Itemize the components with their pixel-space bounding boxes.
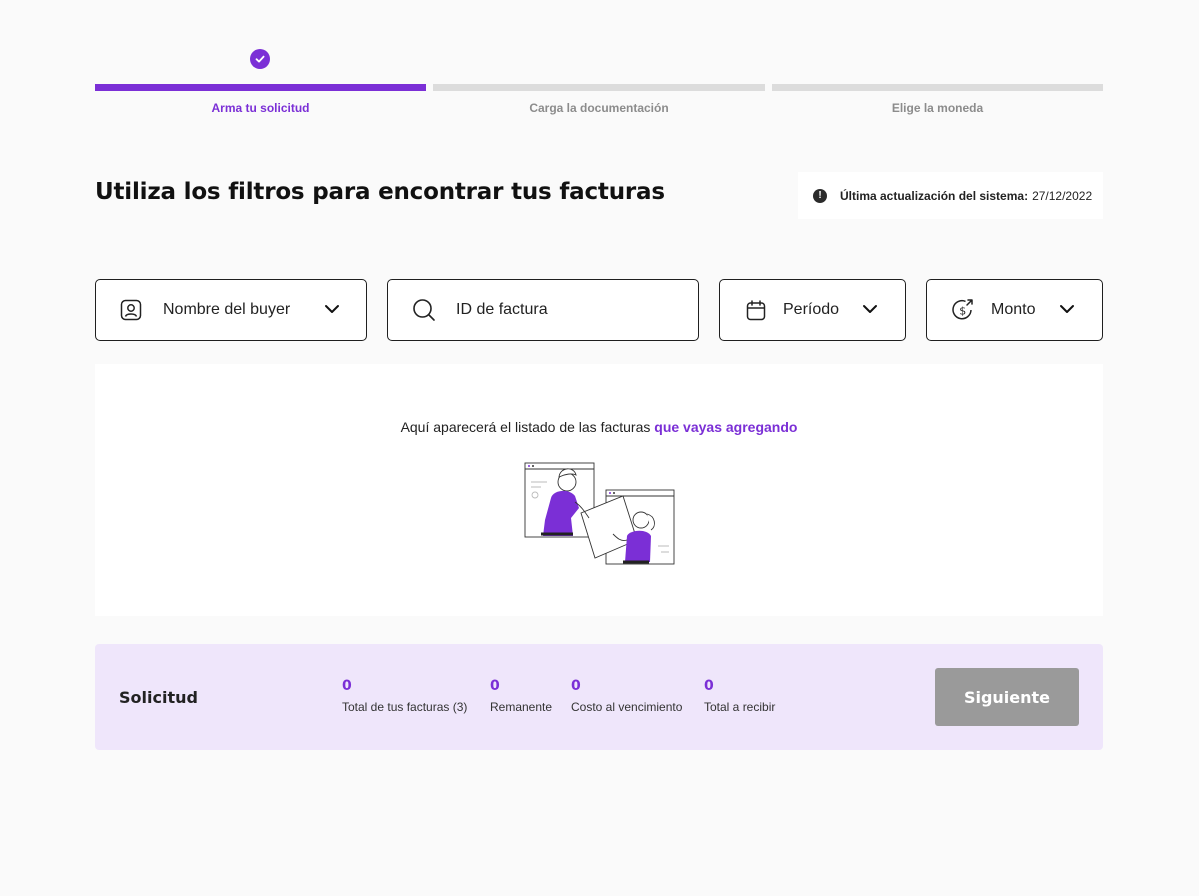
step-label: Arma tu solicitud (211, 101, 310, 115)
step-progress-bar (433, 84, 765, 91)
summary-title: Solicitud (119, 688, 198, 707)
metric-costo-vencimiento: 0 Costo al vencimiento (571, 678, 682, 714)
step-label: Carga la documentación (529, 101, 669, 115)
metric-value: 0 (342, 678, 352, 694)
metric-value: 0 (490, 678, 500, 694)
chevron-down-icon (1059, 301, 1075, 319)
page-title: Utiliza los filtros para encontrar tus f… (95, 179, 665, 205)
empty-state-message: Aquí aparecerá el listado de las factura… (95, 419, 1103, 435)
info-icon: ! (813, 188, 827, 203)
update-date: 27/12/2022 (1032, 188, 1093, 203)
collaboration-illustration (524, 462, 675, 565)
metric-label: Total de tus facturas (3) (342, 700, 468, 714)
svg-text:$: $ (959, 305, 966, 318)
next-button[interactable]: Siguiente (935, 668, 1079, 726)
progress-stepper: Arma tu solicitud Carga la documentación… (95, 48, 1103, 118)
step-progress-bar (95, 84, 426, 91)
metric-remanente: 0 Remanente (490, 678, 552, 714)
user-badge-icon (120, 299, 142, 321)
system-update-notice: ! Última actualización del sistema: 27/1… (798, 172, 1103, 219)
metric-label: Total a recibir (704, 700, 776, 714)
chevron-down-icon (862, 301, 878, 319)
metric-label: Costo al vencimiento (571, 700, 683, 714)
metric-total-facturas: 0 Total de tus facturas (3) (342, 678, 467, 714)
metric-value: 0 (704, 678, 714, 694)
period-dropdown-label: Período (783, 301, 840, 318)
buyer-dropdown[interactable]: Nombre del buyer (95, 279, 367, 341)
invoice-id-search[interactable]: ID de factura (387, 279, 699, 341)
step-carga-documentacion: Carga la documentación (433, 48, 765, 118)
request-summary-bar: Solicitud 0 Total de tus facturas (3) 0 … (95, 644, 1103, 750)
step-label: Elige la moneda (891, 101, 984, 115)
metric-label: Remanente (490, 700, 553, 714)
dollar-exchange-icon: $ (951, 298, 975, 322)
step-arma-solicitud: Arma tu solicitud (95, 48, 426, 118)
step-elige-moneda: Elige la moneda (772, 48, 1103, 118)
invoice-list-panel: Aquí aparecerá el listado de las factura… (95, 364, 1103, 616)
amount-dropdown[interactable]: $ Monto (926, 279, 1103, 341)
period-dropdown[interactable]: Período (719, 279, 906, 341)
metric-value: 0 (571, 678, 581, 694)
step-progress-bar (772, 84, 1103, 91)
empty-state-highlight: que vayas agregando (654, 419, 798, 435)
update-label: Última actualización del sistema: (840, 188, 1029, 203)
empty-state-text: Aquí aparecerá el listado de las factura… (400, 419, 651, 435)
check-circle-icon (250, 49, 270, 69)
metric-total-recibir: 0 Total a recibir (704, 678, 775, 714)
search-icon (412, 298, 436, 322)
calendar-icon (746, 299, 766, 321)
chevron-down-icon (324, 301, 340, 319)
invoice-id-placeholder: ID de factura (456, 301, 548, 318)
buyer-dropdown-label: Nombre del buyer (163, 301, 291, 318)
amount-dropdown-label: Monto (991, 301, 1036, 318)
